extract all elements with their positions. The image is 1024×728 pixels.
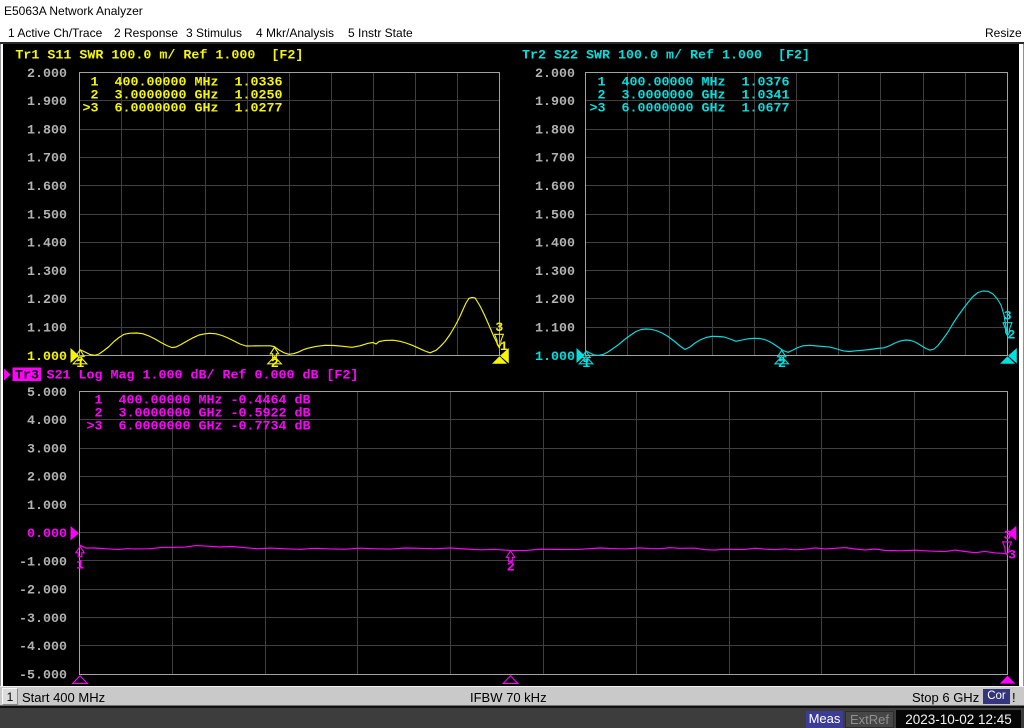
svg-text:-3.000: -3.000	[19, 612, 67, 627]
svg-text:-5.000: -5.000	[19, 668, 67, 683]
svg-text:1.100: 1.100	[27, 322, 67, 337]
svg-text:3.000: 3.000	[27, 442, 67, 457]
svg-text:2.000: 2.000	[27, 471, 67, 486]
svg-text:1.700: 1.700	[535, 152, 575, 167]
svg-text:3: 3	[495, 321, 503, 336]
svg-text:2: 2	[271, 357, 279, 372]
svg-text:1: 1	[76, 357, 84, 372]
svg-text:1.800: 1.800	[27, 123, 67, 138]
svg-text:1.300: 1.300	[535, 265, 575, 280]
svg-text:1.700: 1.700	[27, 152, 67, 167]
svg-text:>3 6.0000000 GHz -0.7734 dB: >3 6.0000000 GHz -0.7734 dB	[87, 420, 311, 435]
svg-text:3: 3	[1004, 529, 1012, 544]
svg-text:Tr1 S11 SWR 100.0 m/ Ref 1.000: Tr1 S11 SWR 100.0 m/ Ref 1.000 [F2]	[15, 49, 303, 64]
svg-text:1.600: 1.600	[535, 180, 575, 195]
svg-text:3: 3	[1004, 310, 1012, 325]
svg-text:1.500: 1.500	[535, 208, 575, 223]
svg-text:2: 2	[778, 357, 786, 372]
svg-text:-4.000: -4.000	[19, 640, 67, 655]
svg-text:-2.000: -2.000	[19, 584, 67, 599]
svg-text:>3 6.0000000 GHz 1.0677: >3 6.0000000 GHz 1.0677	[590, 101, 790, 116]
svg-text:1.100: 1.100	[535, 322, 575, 337]
svg-text:2.000: 2.000	[535, 67, 575, 82]
svg-text:Tr2 S22 SWR 100.0 m/ Ref 1.000: Tr2 S22 SWR 100.0 m/ Ref 1.000 [F2]	[522, 49, 810, 64]
svg-text:S21 Log Mag 1.000 dB/ Ref 0.00: S21 Log Mag 1.000 dB/ Ref 0.000 dB [F2]	[47, 369, 359, 384]
svg-text:1.500: 1.500	[27, 208, 67, 223]
svg-text:1: 1	[582, 357, 590, 372]
svg-text:2: 2	[1007, 329, 1015, 344]
svg-text:>3 6.0000000 GHz 1.0277: >3 6.0000000 GHz 1.0277	[83, 101, 283, 116]
svg-text:2: 2	[507, 561, 515, 576]
svg-text:1.400: 1.400	[535, 237, 575, 252]
svg-text:-1.000: -1.000	[19, 555, 67, 570]
svg-text:1.900: 1.900	[535, 95, 575, 110]
svg-text:2.000: 2.000	[27, 67, 67, 82]
svg-text:1.000: 1.000	[27, 350, 67, 365]
svg-text:1.400: 1.400	[27, 237, 67, 252]
svg-text:1.600: 1.600	[27, 180, 67, 195]
svg-text:1.000: 1.000	[535, 350, 575, 365]
svg-text:1: 1	[76, 559, 84, 574]
svg-text:1.000: 1.000	[27, 499, 67, 514]
svg-text:1.200: 1.200	[27, 293, 67, 308]
svg-text:Tr3: Tr3	[15, 369, 39, 384]
svg-text:4.000: 4.000	[27, 414, 67, 429]
svg-text:1.300: 1.300	[27, 265, 67, 280]
svg-text:3: 3	[1008, 548, 1016, 563]
svg-text:1.900: 1.900	[27, 95, 67, 110]
svg-text:0.000: 0.000	[27, 527, 67, 542]
svg-text:1: 1	[500, 340, 508, 355]
svg-text:1.200: 1.200	[535, 293, 575, 308]
svg-text:1.800: 1.800	[535, 123, 575, 138]
svg-text:5.000: 5.000	[27, 386, 67, 401]
